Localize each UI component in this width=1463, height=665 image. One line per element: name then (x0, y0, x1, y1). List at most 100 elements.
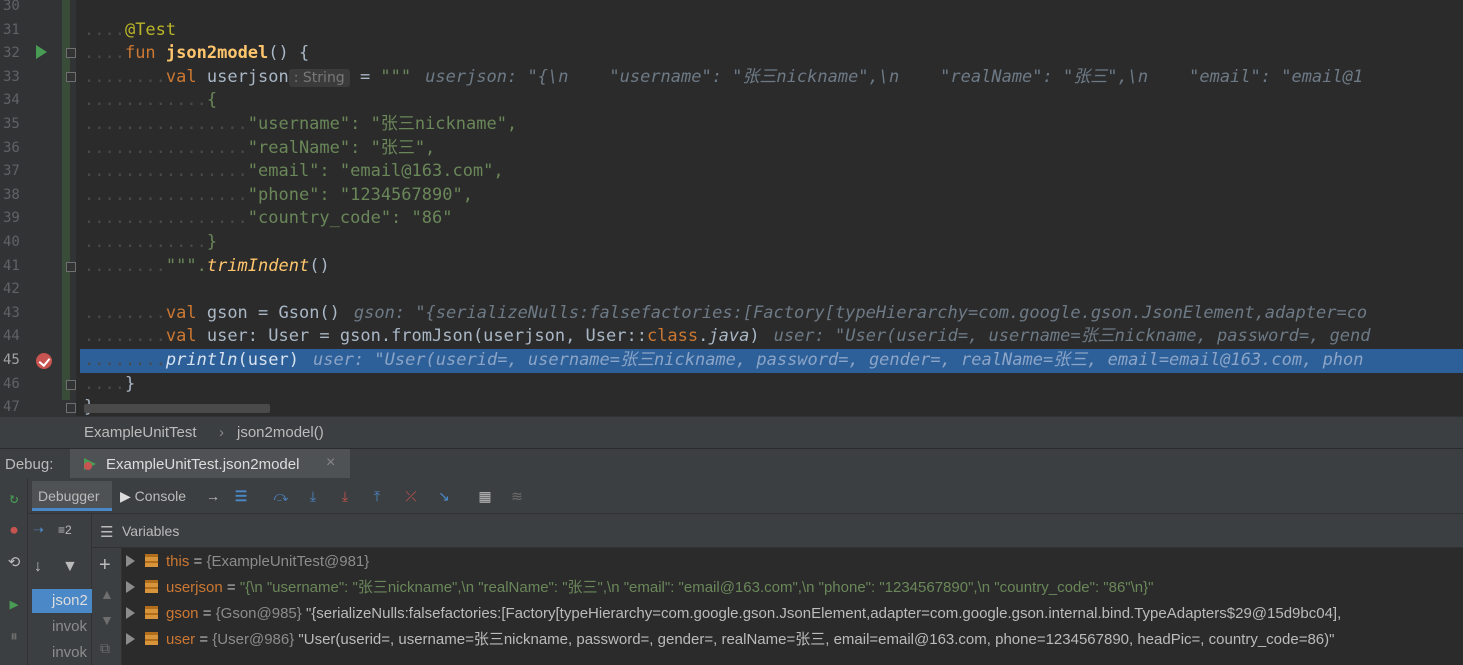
line-number: 31 (3, 21, 20, 38)
breadcrumb-class[interactable]: ExampleUnitTest (84, 424, 197, 441)
rerun-icon[interactable]: ↻ (4, 488, 24, 508)
tab-console[interactable]: ▶ Console (120, 485, 202, 507)
test-session-icon (84, 458, 96, 470)
step-down-icon[interactable]: ↓ (34, 558, 42, 576)
field-icon (145, 554, 158, 567)
expand-arrow-icon[interactable] (126, 607, 135, 619)
show-execution-point-icon[interactable]: ☰ (230, 485, 252, 507)
current-execution-line: ........println(user) user: "User(userid=… (80, 349, 1463, 373)
editor-gutter[interactable]: 30 31 32 33 34 35 36 37 38 39 40 41 42 4… (0, 0, 76, 416)
inline-debug-value: user: "User(userid=, username=张三nickname… (312, 350, 1364, 370)
variables-icon: ☰ (100, 524, 114, 541)
line-number: 33 (3, 68, 20, 85)
breadcrumb-method[interactable]: json2model() (237, 424, 324, 441)
evaluate-expression-icon[interactable]: ▦ (474, 485, 496, 507)
debug-tool-window-header: Debug: ExampleUnitTest.json2model × (0, 448, 1463, 479)
vcs-change-marker (62, 0, 70, 400)
debug-left-toolbar: ↻ ⏺ ⟲ ▶ ⏸ (0, 478, 28, 665)
field-icon (145, 606, 158, 619)
inline-debug-value: gson: "{serializeNulls:falsefactories:[F… (353, 302, 1368, 323)
fold-marker-icon[interactable] (66, 48, 76, 58)
variables-header: ☰ Variables (92, 514, 1463, 548)
frame-item[interactable]: invok (32, 641, 92, 665)
resume-program-icon[interactable]: ▶ (4, 594, 24, 614)
tab-console-label: Console (134, 488, 187, 504)
code-line: ................"email": "email@163.com"… (84, 161, 504, 182)
variables-pane[interactable]: + ▲ ▼ ⧉ this = {ExampleUnitTest@981} use… (92, 548, 1463, 665)
line-number: 42 (3, 281, 20, 298)
horizontal-scrollbar[interactable] (84, 404, 270, 413)
tab-debugger[interactable]: Debugger (32, 481, 112, 511)
frame-item[interactable]: invok (32, 615, 92, 639)
add-watch-icon[interactable]: + (99, 554, 111, 577)
move-up-icon[interactable]: ▲ (100, 586, 114, 602)
thread-filter-icon[interactable]: ➝ (33, 522, 44, 538)
variable-row[interactable]: gson = {Gson@985} "{serializeNulls:false… (126, 601, 1463, 627)
expand-arrow-icon[interactable] (126, 633, 135, 645)
line-number: 44 (3, 328, 20, 345)
breakpoint-icon[interactable] (36, 353, 52, 369)
inline-debug-value: userjson: "{\n "username": "张三nickname",… (425, 66, 1364, 87)
fold-marker-icon[interactable] (66, 262, 76, 272)
line-number: 38 (3, 186, 20, 203)
resume-breakpoint-icon[interactable]: ⏺ (4, 520, 24, 540)
code-line: ........val gson = Gson() gson: "{seriali… (84, 302, 1368, 323)
code-editor[interactable]: 30 31 32 33 34 35 36 37 38 39 40 41 42 4… (0, 0, 1463, 416)
debug-session-tab[interactable]: ExampleUnitTest.json2model × (70, 449, 350, 479)
code-line: ................"country_code": "86" (84, 208, 453, 229)
console-icon: ▶ (120, 488, 131, 504)
code-line: ............} (84, 232, 218, 252)
line-number: 43 (3, 304, 20, 321)
filter-icon[interactable]: ▼ (62, 558, 78, 576)
variable-row[interactable]: user = {User@986} "User(userid=, usernam… (126, 627, 1463, 653)
close-tab-icon[interactable]: × (326, 454, 335, 472)
run-test-icon[interactable] (36, 45, 47, 59)
line-number: 36 (3, 139, 20, 156)
drop-frame-icon[interactable]: ⤫ (400, 485, 422, 507)
frame-item[interactable]: json2 (32, 589, 92, 613)
variables-title: Variables (122, 523, 180, 539)
restore-console-icon[interactable]: → (202, 485, 224, 507)
line-number: 35 (3, 116, 20, 132)
debugger-toolbar: Debugger ▶ Console → ☰ ⤼ ⤓ ⤓ ⤒ ⤫ ↘ ▦ ≋ (28, 478, 1463, 514)
debug-session-tab-label: ExampleUnitTest.json2model (106, 456, 300, 473)
step-into-icon[interactable]: ⤓ (302, 485, 324, 507)
line-number: 34 (3, 92, 20, 109)
pause-program-icon[interactable]: ⏸ (4, 626, 24, 646)
code-area[interactable]: ....@Test ....fun json2model() { .......… (80, 0, 1463, 416)
line-number: 39 (3, 210, 20, 227)
line-number: 41 (3, 257, 20, 274)
step-over-icon[interactable]: ⤼ (270, 485, 292, 507)
code-line: ............{ (84, 90, 218, 111)
code-line: ................"phone": "1234567890", (84, 184, 473, 205)
variables-side-toolbar: + ▲ ▼ ⧉ (92, 548, 122, 665)
run-to-cursor-icon[interactable]: ↘ (433, 485, 455, 507)
step-out-icon[interactable]: ⤒ (366, 485, 388, 507)
copy-icon[interactable]: ⧉ (100, 640, 110, 657)
expand-arrow-icon[interactable] (126, 555, 135, 567)
variable-row[interactable]: userjson = "{\n "username": "张三nickname"… (126, 575, 1463, 601)
trace-stream-icon[interactable]: ≋ (506, 485, 528, 507)
code-line: ........val userjson: String = """ userjs… (84, 66, 1364, 87)
line-number: 32 (3, 45, 20, 62)
threads-dropdown[interactable]: ≡2 (58, 523, 72, 537)
tab-debugger-label: Debugger (38, 488, 100, 504)
line-number: 47 (3, 399, 20, 416)
line-number-current: 45 (3, 352, 20, 368)
line-number: 40 (3, 234, 20, 250)
restore-layout-icon[interactable]: ⟲ (4, 552, 24, 572)
breadcrumb: ExampleUnitTest › json2model() (0, 416, 1463, 448)
inline-debug-value: user: "User(userid=, username=张三nickname… (773, 326, 1371, 347)
fold-marker-icon[interactable] (66, 380, 76, 390)
fold-marker-icon[interactable] (66, 403, 76, 413)
force-step-into-icon[interactable]: ⤓ (334, 485, 356, 507)
breadcrumb-separator: › (219, 424, 224, 441)
move-down-icon[interactable]: ▼ (100, 612, 114, 628)
variable-row[interactable]: this = {ExampleUnitTest@981} (126, 549, 1463, 575)
field-icon (145, 580, 158, 593)
code-line: ................"username": "张三nickname"… (84, 114, 518, 134)
expand-arrow-icon[interactable] (126, 581, 135, 593)
field-icon (145, 632, 158, 645)
debug-label: Debug: (5, 456, 54, 473)
fold-marker-icon[interactable] (66, 72, 76, 82)
